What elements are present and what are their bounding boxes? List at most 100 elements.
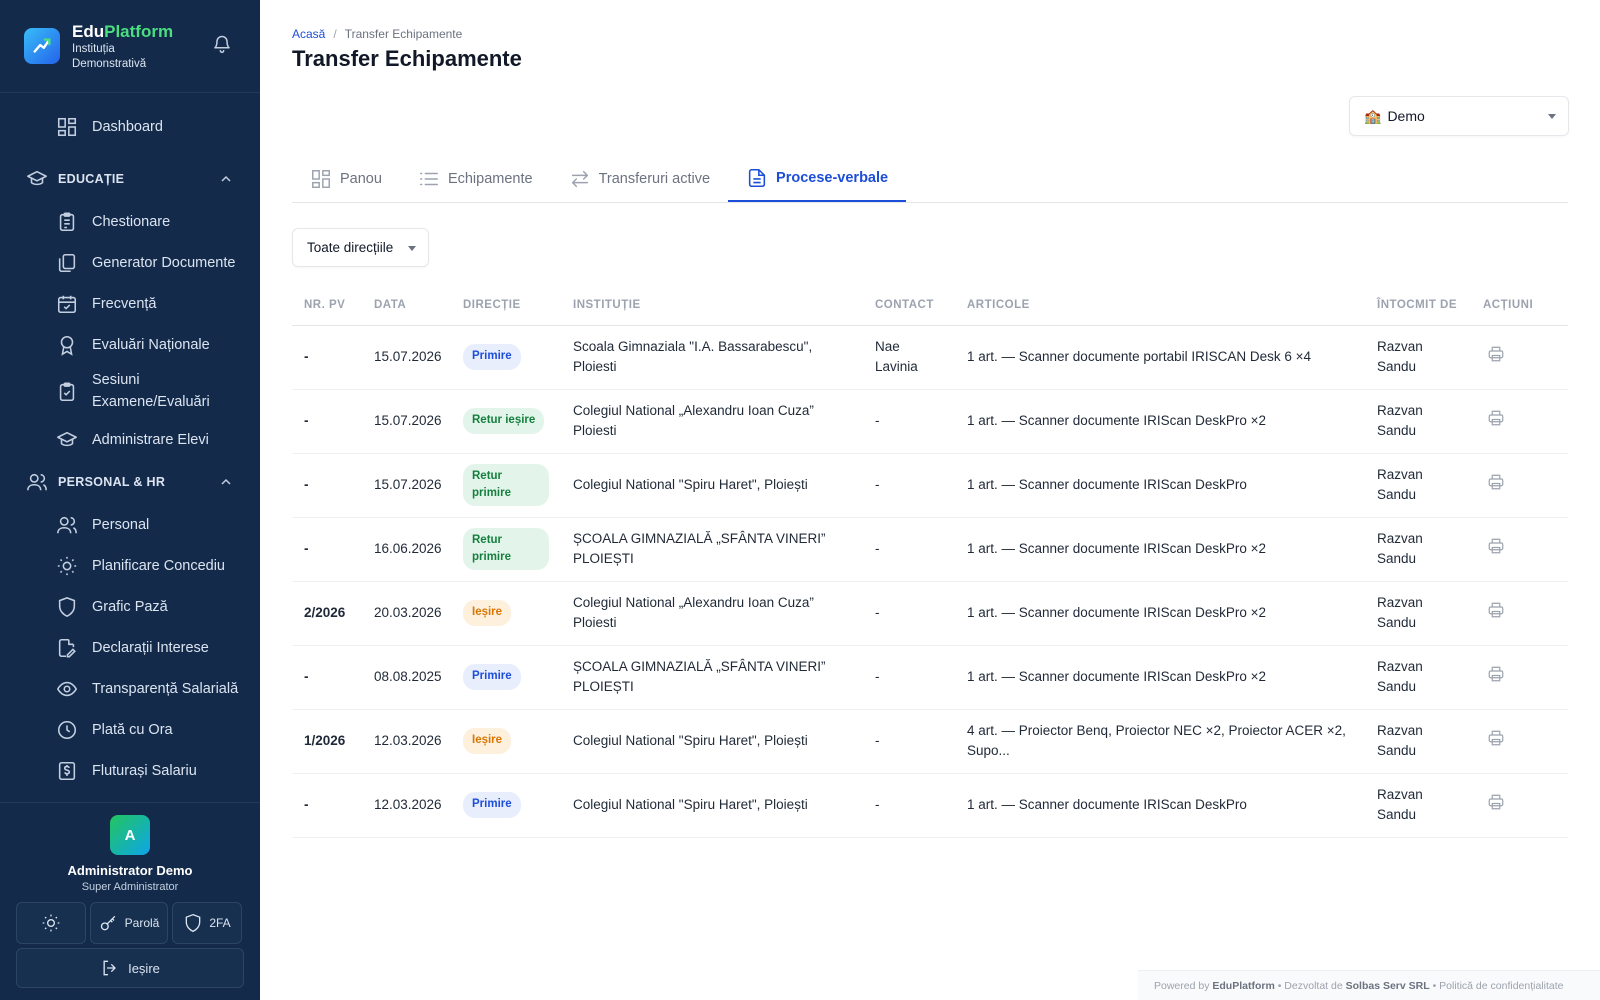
table-row[interactable]: 2/2026 20.03.2026 Ieșire Colegiul National … xyxy=(292,581,1568,646)
brand-logo-icon[interactable] xyxy=(24,28,60,64)
print-icon[interactable] xyxy=(1487,729,1509,751)
cell-contact: - xyxy=(863,517,955,582)
sidebar-item-declaratii-interese[interactable]: Declarații Interese xyxy=(0,627,260,668)
breadcrumb-home-link[interactable]: Acasă xyxy=(292,27,325,41)
tab-transferuri-active[interactable]: Transferuri active xyxy=(551,156,728,202)
section-personal-hr[interactable]: PERSONAL & HR xyxy=(0,460,260,504)
tab-panou[interactable]: Panou xyxy=(292,156,400,202)
sidebar-item-plata-cu-ora[interactable]: Plată cu Ora xyxy=(0,709,260,750)
column-header-intocmit-de[interactable]: ÎNTOCMIT DE xyxy=(1365,285,1471,326)
tab-procese-verbale[interactable]: Procese-verbale xyxy=(728,156,907,202)
footer-company[interactable]: Solbas Serv SRL xyxy=(1346,980,1430,992)
list-icon xyxy=(419,172,438,186)
cell-contact: - xyxy=(863,709,955,774)
user-profile: A Administrator Demo Super Administrator xyxy=(0,802,260,893)
brand-header: EduPlatform Instituția Demonstrativă xyxy=(0,0,260,93)
sidebar-item-sesiuni-examene[interactable]: Sesiuni Examene/Evaluări xyxy=(0,365,260,419)
table-row[interactable]: -15.07.2026 Retur ieșire Colegiul National… xyxy=(292,389,1568,454)
cell-contact: - xyxy=(863,645,955,710)
table-row[interactable]: -15.07.2026 Retur primire Colegiul Nationa… xyxy=(292,453,1568,518)
sidebar-item-transparenta-salariala[interactable]: Transparență Salarială xyxy=(0,668,260,709)
print-icon[interactable] xyxy=(1487,473,1509,495)
sidebar-item-generator-documente[interactable]: Generator Documente xyxy=(0,242,260,283)
theme-toggle-button[interactable] xyxy=(16,902,86,944)
column-header-institutie[interactable]: INSTITUȚIE xyxy=(561,285,863,326)
institution-select-value: Demo xyxy=(1387,108,1425,124)
file-edit-icon xyxy=(58,638,76,657)
column-header-data[interactable]: DATA xyxy=(362,285,451,326)
table-row[interactable]: -08.08.2025 Primire ȘCOALA GIMNAZIALĂ „SFÂ… xyxy=(292,645,1568,710)
print-icon[interactable] xyxy=(1487,345,1509,367)
cell-intocmit-de: Razvan Sandu xyxy=(1365,773,1471,838)
print-icon[interactable] xyxy=(1487,793,1509,815)
cell-contact: - xyxy=(863,389,955,454)
cell-actiuni xyxy=(1471,645,1568,710)
cell-institutie: Colegiul National „Alexandru Ioan Cuza” … xyxy=(561,581,863,646)
column-header-articole[interactable]: ARTICOLE xyxy=(955,285,1365,326)
cell-articole: 1 art. — Scanner documente IRIScan DeskP… xyxy=(955,645,1365,710)
cell-nr-pv: - xyxy=(292,645,362,710)
clock-icon xyxy=(57,720,77,739)
column-header-contact[interactable]: CONTACT xyxy=(863,285,955,326)
section-label: PERSONAL & HR xyxy=(58,475,166,489)
caret-down-icon xyxy=(1548,114,1556,119)
cell-intocmit-de: Razvan Sandu xyxy=(1365,325,1471,390)
sidebar-item-frecventa[interactable]: Frecvență xyxy=(0,283,260,324)
cell-directie: Primire xyxy=(451,325,561,390)
footer-powered-by: Powered by xyxy=(1154,979,1210,992)
user-actions: Parolă 2FA xyxy=(16,902,244,944)
column-header-directie[interactable]: DIRECȚIE xyxy=(451,285,561,326)
tab-label: Panou xyxy=(340,171,382,187)
section-educatie[interactable]: EDUCAȚIE xyxy=(0,157,260,201)
print-icon[interactable] xyxy=(1487,409,1509,431)
twofa-button[interactable]: 2FA xyxy=(172,902,242,944)
cell-directie: Retur primire xyxy=(451,453,561,518)
school-icon: 🏫 xyxy=(1364,107,1382,124)
sidebar-item-label: Dashboard xyxy=(92,118,163,135)
shield-icon xyxy=(185,913,201,933)
bell-icon[interactable] xyxy=(212,34,232,54)
table-row[interactable]: -12.03.2026 Primire Colegiul National "Spi… xyxy=(292,773,1568,838)
cell-data: 20.03.2026 xyxy=(362,581,451,646)
logout-button[interactable]: Ieșire xyxy=(16,948,244,988)
shield-icon xyxy=(58,596,76,617)
cell-contact: - xyxy=(863,453,955,518)
footer-privacy-link[interactable]: • Politică de confidențialitate xyxy=(1433,980,1564,992)
table-row[interactable]: -16.06.2026 Retur primire ȘCOALA GIMNAZIAL… xyxy=(292,517,1568,582)
sidebar-item-evaluari-nationale[interactable]: Evaluări Naționale xyxy=(0,324,260,365)
dollar-receipt-icon xyxy=(58,761,76,780)
print-icon[interactable] xyxy=(1487,665,1509,687)
cell-directie: Retur ieșire xyxy=(451,389,561,454)
cell-contact: - xyxy=(863,773,955,838)
direction-filter-select[interactable]: Toate direcțiile xyxy=(292,228,429,267)
tab-echipamente[interactable]: Echipamente xyxy=(400,156,551,202)
institution-select[interactable]: 🏫 Demo xyxy=(1349,96,1569,136)
print-icon[interactable] xyxy=(1487,537,1509,559)
sidebar-item-planificare-concediu[interactable]: Planificare Concediu xyxy=(0,545,260,586)
table-row[interactable]: -15.07.2026 Primire Scoala Gimnaziala "I.A… xyxy=(292,325,1568,390)
user-role: Super Administrator xyxy=(81,881,179,893)
cell-institutie: Colegiul National "Spiru Haret", Ploieșt… xyxy=(561,453,863,518)
cell-nr-pv: 1/2026 xyxy=(292,709,362,774)
cell-actiuni xyxy=(1471,773,1568,838)
sidebar-item-label: Plată cu Ora xyxy=(92,721,173,738)
sidebar-item-administrare-elevi[interactable]: Administrare Elevi xyxy=(0,419,260,460)
sidebar-item-fluturasi-salariu[interactable]: Fluturași Salariu xyxy=(0,750,260,791)
sidebar-item-chestionare[interactable]: Chestionare xyxy=(0,201,260,242)
table-header-row: NR. PV DATA DIRECȚIE INSTITUȚIE CONTACT … xyxy=(292,285,1568,326)
print-icon[interactable] xyxy=(1487,601,1509,623)
sidebar-item-dashboard[interactable]: Dashboard xyxy=(0,106,260,147)
table-body: -15.07.2026 Primire Scoala Gimnaziala "I.A… xyxy=(292,325,1568,838)
cell-institutie: Colegiul National "Spiru Haret", Ploieșt… xyxy=(561,709,863,774)
chevron-up-icon xyxy=(221,478,231,485)
sidebar-item-grafic-paza[interactable]: Grafic Pază xyxy=(0,586,260,627)
column-header-nr-pv[interactable]: NR. PV xyxy=(292,285,362,326)
graduation-cap-icon xyxy=(57,431,77,446)
password-button[interactable]: Parolă xyxy=(90,902,168,944)
cell-articole: 1 art. — Scanner documente IRIScan DeskP… xyxy=(955,581,1365,646)
direction-badge: Ieșire xyxy=(463,728,512,754)
avatar[interactable]: A xyxy=(110,815,150,855)
table-row[interactable]: 1/2026 12.03.2026 Ieșire Colegiul National … xyxy=(292,709,1568,774)
cell-articole: 1 art. — Scanner documente portabil IRIS… xyxy=(955,325,1365,390)
sidebar-item-personal[interactable]: Personal xyxy=(0,504,260,545)
